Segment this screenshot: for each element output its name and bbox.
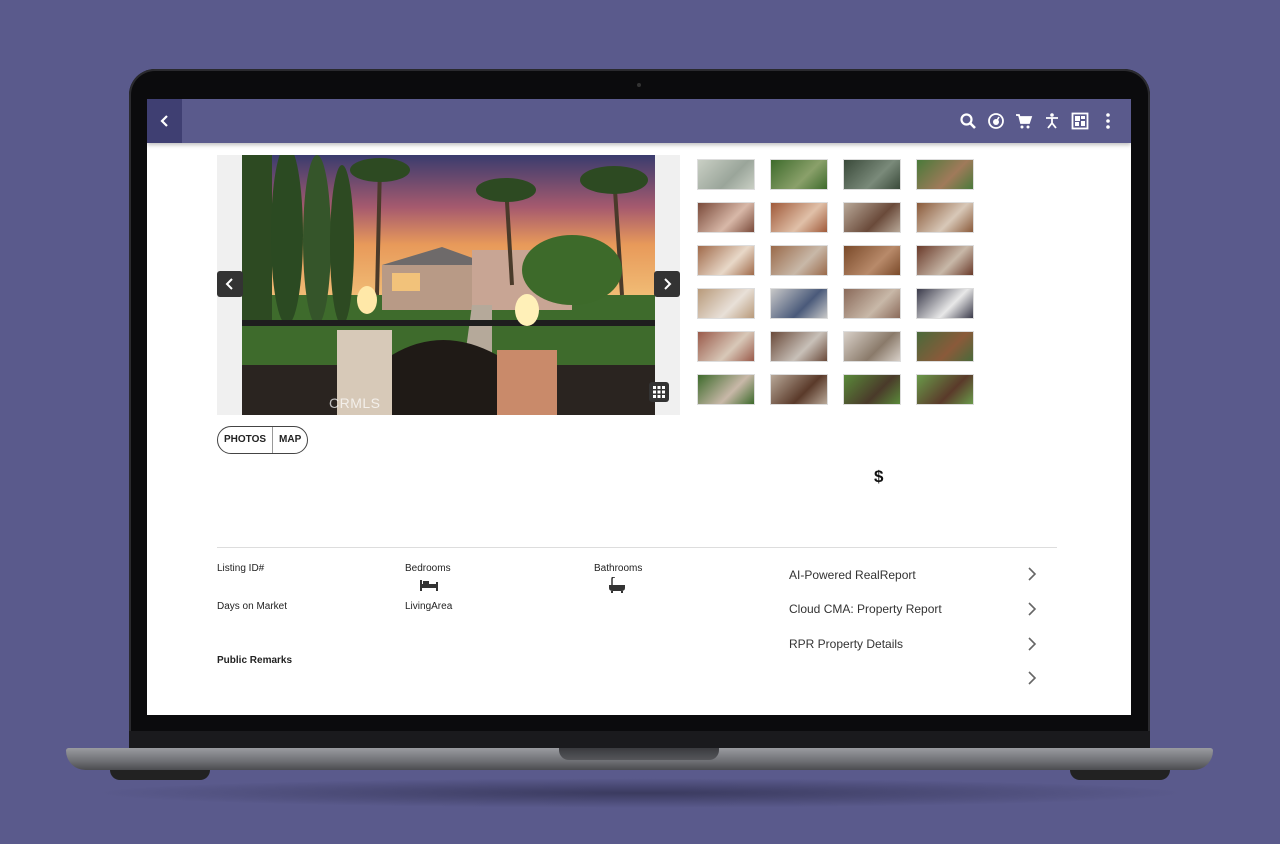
photo-thumbnail[interactable]: [843, 374, 901, 405]
main-photo-carousel: CRMLS: [217, 155, 680, 415]
chevron-right-icon[interactable]: [1025, 567, 1039, 581]
accessibility-icon[interactable]: [1043, 112, 1061, 130]
cart-icon[interactable]: [1015, 112, 1033, 130]
laptop-foot-left: [110, 770, 210, 780]
days-on-market-label: Days on Market: [217, 601, 288, 612]
app-screen: CRMLS PHOTOS MAP $ Listing ID# Days on M…: [147, 99, 1131, 715]
photo-thumbnail[interactable]: [843, 331, 901, 362]
laptop-foot-right: [1070, 770, 1170, 780]
photo-thumbnail[interactable]: [916, 245, 974, 276]
photo-thumbnail[interactable]: [843, 245, 901, 276]
photo-watermark: CRMLS: [329, 395, 381, 411]
photo-thumbnail[interactable]: [697, 331, 755, 362]
more-vert-icon[interactable]: [1099, 112, 1117, 130]
chevron-left-icon: [225, 278, 233, 290]
photo-thumbnail[interactable]: [697, 288, 755, 319]
map-tab[interactable]: MAP: [273, 427, 307, 453]
search-icon[interactable]: [959, 112, 977, 130]
section-divider: [217, 547, 1057, 548]
bed-icon: [420, 580, 438, 591]
app-bar: [147, 99, 1131, 143]
chevron-right-icon[interactable]: [1025, 637, 1039, 651]
prev-photo-button[interactable]: [217, 271, 243, 297]
photo-thumbnail[interactable]: [843, 202, 901, 233]
listing-id-label: Listing ID#: [217, 563, 265, 574]
house-photo[interactable]: [242, 155, 655, 415]
toolbar-icons: [959, 99, 1117, 143]
photo-thumbnail[interactable]: [843, 288, 901, 319]
photo-thumbnail[interactable]: [770, 202, 828, 233]
bathrooms-label: Bathrooms: [594, 563, 643, 574]
photos-tab[interactable]: PHOTOS: [218, 427, 272, 453]
speedometer-icon[interactable]: [987, 112, 1005, 130]
photo-thumbnail[interactable]: [843, 159, 901, 190]
photo-thumbnails: [697, 159, 974, 405]
chevron-left-icon: [159, 115, 168, 127]
laptop-shadow: [90, 778, 1190, 808]
photo-thumbnail[interactable]: [916, 331, 974, 362]
laptop-notch: [559, 748, 719, 760]
photo-thumbnail[interactable]: [697, 202, 755, 233]
photo-thumbnail[interactable]: [916, 288, 974, 319]
link-rpr-details[interactable]: RPR Property Details: [789, 637, 903, 651]
grid-icon: [653, 386, 665, 398]
photo-thumbnail[interactable]: [697, 245, 755, 276]
photo-thumbnail[interactable]: [697, 374, 755, 405]
photo-thumbnail[interactable]: [770, 331, 828, 362]
photo-thumbnail[interactable]: [770, 288, 828, 319]
bathtub-icon: [609, 577, 625, 593]
next-photo-button[interactable]: [654, 271, 680, 297]
link-cloud-cma[interactable]: Cloud CMA: Property Report: [789, 602, 942, 616]
photo-thumbnail[interactable]: [770, 245, 828, 276]
chevron-right-icon[interactable]: [1025, 671, 1039, 685]
bedrooms-label: Bedrooms: [405, 563, 451, 574]
photo-thumbnail[interactable]: [916, 159, 974, 190]
photo-thumbnail[interactable]: [697, 159, 755, 190]
dashboard-icon[interactable]: [1071, 112, 1089, 130]
grid-view-button[interactable]: [649, 382, 669, 402]
photo-thumbnail[interactable]: [916, 374, 974, 405]
living-area-label: LivingArea: [405, 601, 453, 612]
listing-price: $: [874, 467, 884, 486]
photos-map-toggle: PHOTOS MAP: [217, 426, 309, 454]
chevron-right-icon: [664, 278, 672, 290]
photo-thumbnail[interactable]: [770, 159, 828, 190]
link-realreport[interactable]: AI-Powered RealReport: [789, 568, 916, 582]
chevron-right-icon[interactable]: [1025, 602, 1039, 616]
photo-thumbnail[interactable]: [916, 202, 974, 233]
webcam: [637, 83, 641, 87]
public-remarks-label: Public Remarks: [217, 655, 293, 666]
photo-thumbnail[interactable]: [770, 374, 828, 405]
back-button[interactable]: [147, 99, 182, 143]
